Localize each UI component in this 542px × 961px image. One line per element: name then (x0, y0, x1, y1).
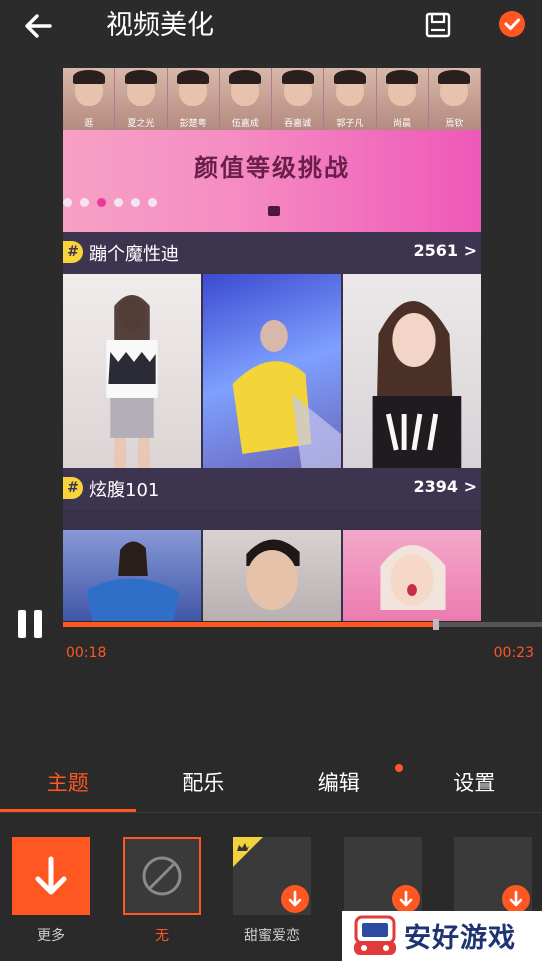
theme-thumbnail (123, 837, 201, 915)
tab-bar: 主题 配乐 编辑 设置 (0, 758, 542, 812)
hashtag-icon: # (63, 241, 83, 263)
download-icon (399, 890, 413, 907)
theme-item-sweet-love[interactable] (233, 837, 311, 915)
watermark-text: 安好游戏 (404, 923, 516, 954)
thumb-row (63, 530, 481, 621)
face-name: 彭楚粤 (179, 119, 207, 129)
progress-bar[interactable] (63, 619, 542, 630)
carousel-dot (97, 198, 106, 207)
banner-title: 颜值等级挑战 (194, 153, 350, 182)
download-badge[interactable] (502, 885, 530, 913)
face-cell: 吞嘉诚 (272, 68, 325, 130)
watermark: 安好游戏 (342, 911, 542, 961)
page-title: 视频美化 (106, 10, 214, 41)
download-badge[interactable] (392, 885, 420, 913)
video-thumbnail (343, 274, 481, 468)
check-icon (504, 18, 520, 30)
video-thumbnail (343, 530, 481, 621)
theme-thumbnail (344, 837, 422, 915)
theme-label: 甜蜜爱恋 (244, 928, 300, 944)
carousel-dot (148, 198, 157, 207)
download-badge[interactable] (281, 885, 309, 913)
carousel-dot (131, 198, 140, 207)
face-cell: 焉钦 (428, 68, 481, 130)
face-cell: 彭楚粤 (167, 68, 220, 130)
face-name: 尚晨 (393, 119, 412, 129)
theme-label: 无 (155, 928, 169, 944)
confirm-button[interactable] (499, 11, 525, 37)
banner-logo-icon (268, 206, 280, 216)
none-circle-icon (142, 856, 182, 896)
face-cell: 伍嘉成 (219, 68, 272, 130)
tab-settings[interactable]: 设置 (407, 758, 542, 812)
progress-fill (63, 622, 437, 627)
theme-thumbnail (12, 837, 90, 915)
face-cell: 逛 (63, 68, 116, 130)
faces-row: 逛 夏之光 彭楚粤 伍嘉成 吞嘉诚 郭子凡 尚晨 焉钦 (63, 68, 481, 130)
top-bar: 视频美化 (0, 0, 542, 52)
topic-name: 蹦个魔性迪 (89, 244, 179, 265)
carousel-dot (80, 198, 89, 207)
face-name: 焉钦 (445, 119, 464, 129)
tab-edit[interactable]: 编辑 (271, 758, 407, 812)
back-button[interactable] (22, 10, 56, 42)
gamepad-logo-icon (354, 915, 396, 955)
progress-handle[interactable] (433, 619, 440, 630)
save-button[interactable] (424, 11, 452, 39)
theme-thumbnail (233, 837, 311, 915)
notification-dot (395, 764, 403, 772)
pause-icon (18, 610, 42, 638)
save-icon (425, 12, 451, 38)
hashtag-icon: # (63, 477, 83, 499)
topic-name: 炫腹101 (89, 480, 160, 501)
download-icon (509, 890, 523, 907)
face-cell: 夏之光 (115, 68, 168, 130)
crown-corner-icon (233, 837, 263, 867)
video-frame[interactable]: 逛 夏之光 彭楚粤 伍嘉成 吞嘉诚 郭子凡 尚晨 焉钦 颜值等级挑战 # 蹦个魔… (63, 68, 481, 621)
thumb-row (63, 274, 481, 468)
tab-theme[interactable]: 主题 (0, 758, 136, 812)
theme-item[interactable] (344, 837, 422, 915)
video-thumbnail (203, 530, 341, 621)
download-arrow-icon (35, 856, 67, 895)
tab-music[interactable]: 配乐 (136, 758, 272, 812)
arrow-left-icon (25, 14, 52, 38)
face-name: 夏之光 (127, 119, 155, 129)
total-time: 00:23 (493, 645, 534, 661)
theme-item[interactable] (454, 837, 532, 915)
theme-label: 更多 (37, 928, 65, 944)
carousel-dot (114, 198, 123, 207)
face-name: 郭子凡 (336, 119, 364, 129)
video-thumbnail (63, 530, 201, 621)
topic-header: # 蹦个魔性迪 2561 > (63, 232, 481, 274)
topic-count: 2394 > (413, 477, 477, 496)
theme-item-none[interactable] (123, 837, 201, 915)
face-cell: 郭子凡 (324, 68, 377, 130)
current-time: 00:18 (66, 645, 107, 661)
video-thumbnail (63, 274, 201, 468)
face-name: 吞嘉诚 (284, 119, 312, 129)
carousel-dots (63, 198, 157, 207)
theme-item-more[interactable] (12, 837, 90, 915)
video-thumbnail (203, 274, 341, 468)
face-name: 逛 (84, 119, 94, 129)
theme-thumbnail (454, 837, 532, 915)
banner: 颜值等级挑战 (63, 130, 481, 232)
carousel-dot (63, 198, 72, 207)
face-cell: 尚晨 (376, 68, 429, 130)
topic-count: 2561 > (413, 241, 477, 260)
pause-button[interactable] (16, 608, 46, 640)
face-name: 伍嘉成 (231, 119, 259, 129)
download-icon (288, 890, 302, 907)
video-preview-area: 逛 夏之光 彭楚粤 伍嘉成 吞嘉诚 郭子凡 尚晨 焉钦 颜值等级挑战 # 蹦个魔… (0, 52, 542, 622)
topic-header: # 炫腹101 2394 > (63, 468, 481, 510)
